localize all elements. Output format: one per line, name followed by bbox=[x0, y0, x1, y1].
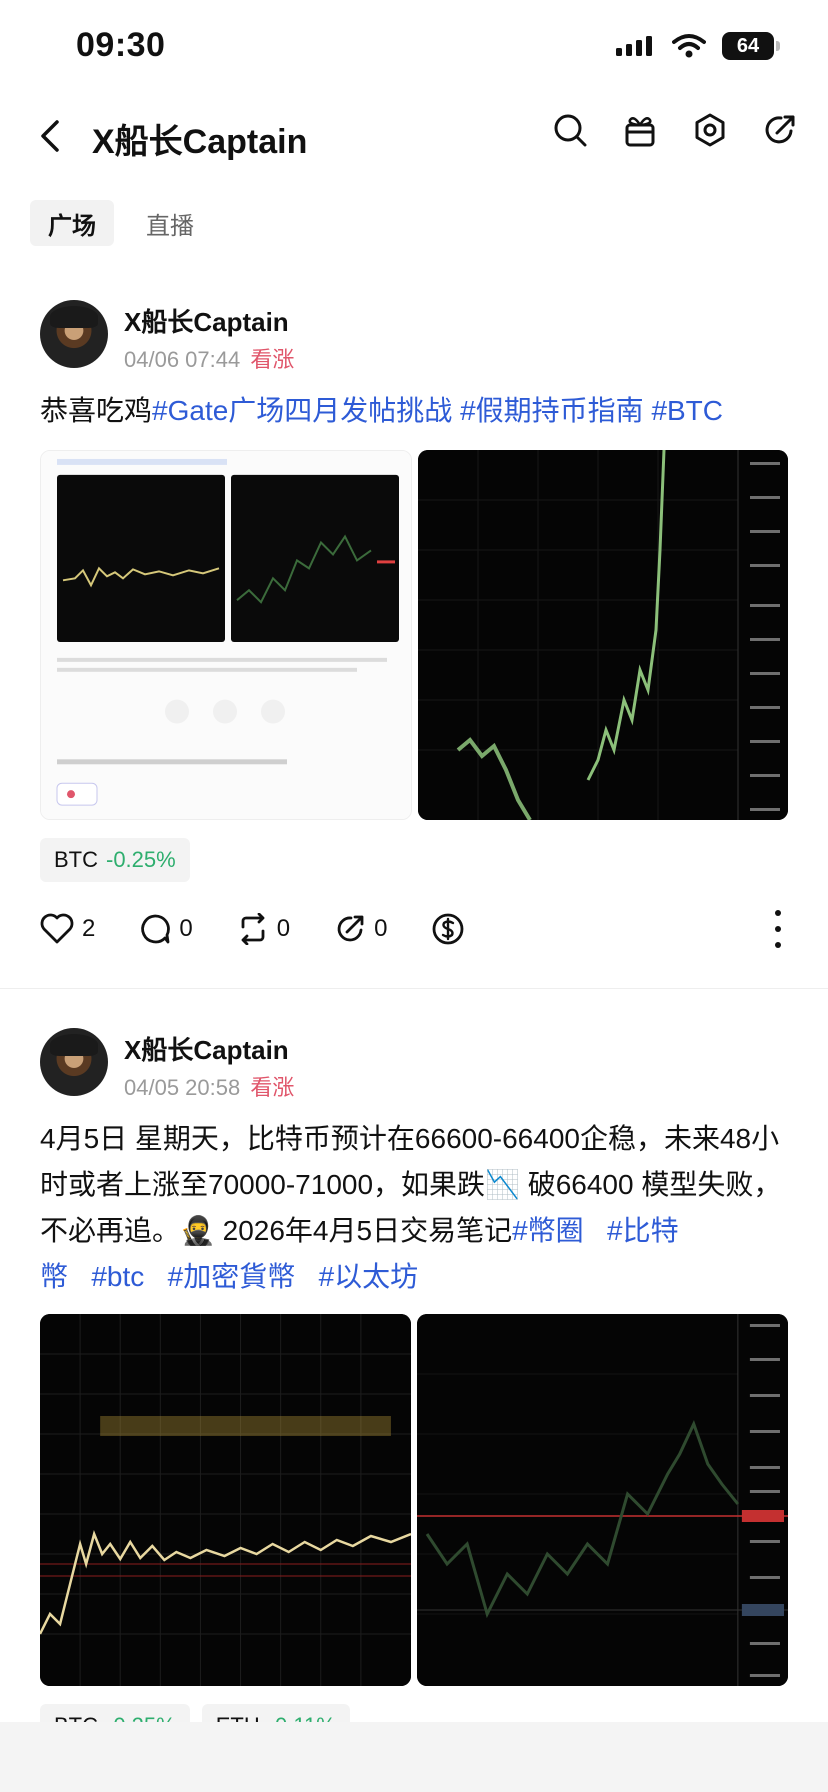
share-post-icon bbox=[337, 915, 364, 942]
post-text: 4月5日 星期天，比特币预计在66600-66400企稳，未来48小时或者上涨至… bbox=[40, 1116, 788, 1300]
heart-icon bbox=[40, 913, 74, 944]
author-name[interactable]: X船长Captain bbox=[124, 302, 289, 339]
ticker-symbol: BTC bbox=[54, 847, 98, 872]
post-datetime: 04/06 07:44 bbox=[124, 347, 241, 372]
repost-button[interactable]: 0 bbox=[237, 913, 290, 945]
hashtag[interactable]: #btc bbox=[91, 1261, 144, 1292]
tab-live[interactable]: 直播 bbox=[128, 200, 212, 246]
tip-button[interactable] bbox=[431, 912, 465, 946]
back-button[interactable] bbox=[30, 114, 70, 158]
bottom-bar-area bbox=[0, 1722, 828, 1792]
settings-icon bbox=[695, 113, 725, 147]
post-body: 恭喜吃鸡 bbox=[40, 395, 153, 426]
post-meta: 04/06 07:44 看涨 bbox=[124, 342, 294, 374]
ticker-change: -0.25% bbox=[106, 847, 176, 872]
comment-icon bbox=[141, 914, 171, 944]
search-icon bbox=[554, 114, 587, 147]
repost-icon bbox=[241, 913, 265, 945]
post-meta: 04/05 20:58 看涨 bbox=[124, 1070, 294, 1102]
status-time: 09:30 bbox=[76, 26, 166, 64]
battery-indicator: 64 bbox=[722, 32, 780, 60]
post-image[interactable] bbox=[40, 450, 412, 820]
comment-count: 0 bbox=[179, 915, 193, 942]
search-button[interactable] bbox=[552, 110, 588, 150]
status-icons: 64 bbox=[616, 32, 780, 60]
back-icon bbox=[41, 120, 59, 152]
sentiment-badge: 看涨 bbox=[250, 1075, 295, 1100]
status-bar: 09:30 64 bbox=[0, 0, 828, 92]
avatar[interactable] bbox=[40, 300, 108, 368]
post-image[interactable] bbox=[418, 450, 788, 820]
page-title: X船长Captain bbox=[92, 123, 308, 161]
gift-icon bbox=[625, 117, 655, 147]
post-actions: 2 0 0 0 bbox=[40, 904, 788, 954]
more-icon[interactable] bbox=[768, 910, 788, 948]
wifi-icon bbox=[672, 34, 706, 58]
hashtag[interactable]: #Gate广场四月发帖挑战 bbox=[152, 395, 452, 426]
post-images bbox=[40, 450, 788, 820]
settings-button[interactable] bbox=[692, 110, 728, 150]
like-count: 2 bbox=[82, 915, 96, 942]
share-post-button[interactable]: 0 bbox=[334, 913, 387, 945]
gift-button[interactable] bbox=[622, 110, 658, 150]
hashtag[interactable]: #假期持币指南 bbox=[460, 395, 644, 426]
post-images bbox=[40, 1314, 788, 1686]
hashtag[interactable]: #以太坊 bbox=[319, 1261, 419, 1292]
avatar[interactable] bbox=[40, 1028, 108, 1096]
comment-button[interactable]: 0 bbox=[139, 913, 193, 945]
header-actions bbox=[552, 110, 798, 150]
hashtag[interactable]: #加密貨幣 bbox=[168, 1261, 296, 1292]
cellular-signal-icon bbox=[616, 36, 652, 56]
post-screenshot-image bbox=[41, 451, 411, 819]
author-name[interactable]: X船长Captain bbox=[124, 1030, 289, 1067]
post-image[interactable] bbox=[417, 1314, 788, 1686]
tab-bar: 广场 直播 bbox=[30, 200, 212, 246]
battery-level: 64 bbox=[736, 34, 760, 57]
ticker-row: BTC -0.25% bbox=[40, 838, 190, 882]
hashtag[interactable]: #幣圈 bbox=[512, 1215, 584, 1246]
like-button[interactable]: 2 bbox=[40, 913, 95, 945]
hashtag[interactable]: #BTC bbox=[651, 395, 723, 426]
header: X船长Captain bbox=[0, 96, 828, 176]
share-icon bbox=[765, 115, 795, 144]
sentiment-badge: 看涨 bbox=[250, 347, 295, 372]
share-count: 0 bbox=[374, 915, 388, 942]
post-image[interactable] bbox=[40, 1314, 411, 1686]
tip-icon bbox=[433, 913, 464, 945]
post-text: 恭喜吃鸡#Gate广场四月发帖挑战 #假期持币指南 #BTC bbox=[40, 388, 788, 434]
price-chart-image bbox=[40, 1314, 411, 1686]
post-divider bbox=[0, 988, 828, 989]
price-chart-image bbox=[417, 1314, 788, 1686]
candlestick-chart-image bbox=[418, 450, 788, 820]
share-button[interactable] bbox=[762, 110, 798, 150]
post-datetime: 04/05 20:58 bbox=[124, 1075, 241, 1100]
repost-count: 0 bbox=[276, 915, 291, 942]
tab-square[interactable]: 广场 bbox=[30, 200, 114, 246]
ticker-chip[interactable]: BTC -0.25% bbox=[40, 838, 190, 882]
